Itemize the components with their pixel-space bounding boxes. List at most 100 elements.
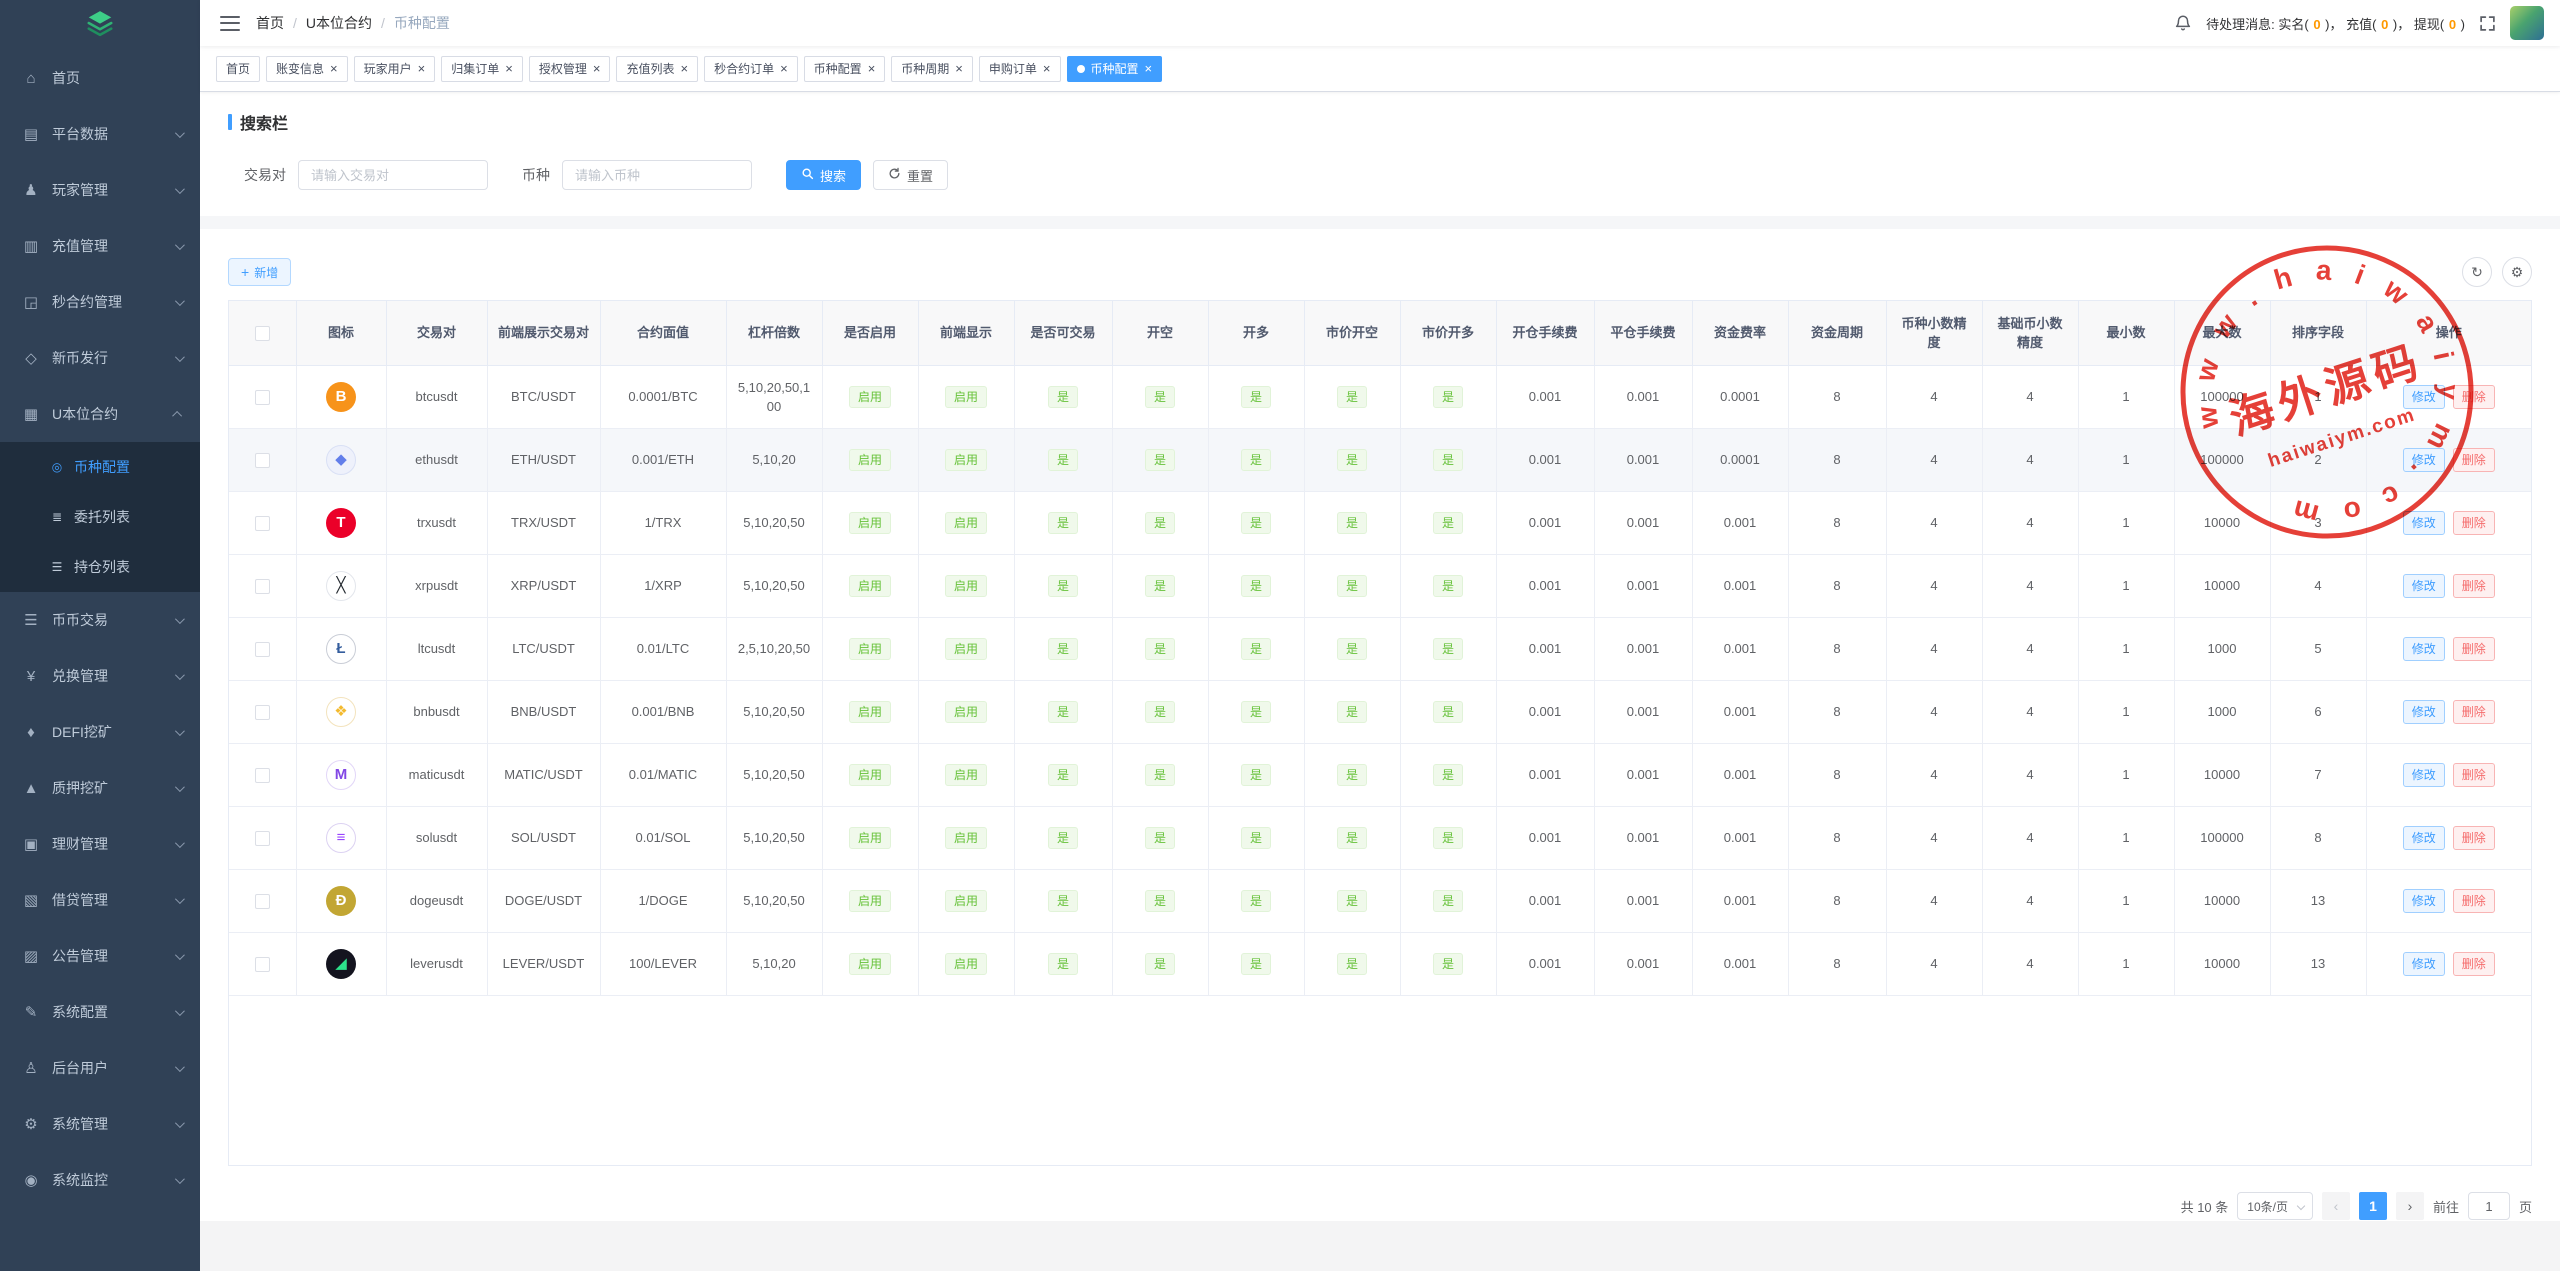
prev-page-button[interactable]: ‹ [2322, 1192, 2350, 1220]
delete-button[interactable]: 删除 [2453, 700, 2495, 724]
select-all-checkbox[interactable] [255, 326, 270, 341]
close-icon[interactable]: × [1145, 62, 1153, 75]
user-avatar[interactable] [2510, 6, 2544, 40]
column-settings-button[interactable]: ⚙ [2502, 257, 2532, 287]
tab-home[interactable]: 首页 [216, 56, 260, 82]
search-button[interactable]: 搜索 [786, 160, 861, 190]
sidebar-item-platform-data[interactable]: ▤平台数据 [0, 106, 200, 162]
breadcrumb-item[interactable]: 首页 [256, 13, 284, 33]
close-icon[interactable]: × [593, 62, 601, 75]
delete-button[interactable]: 删除 [2453, 511, 2495, 535]
close-icon[interactable]: × [680, 62, 688, 75]
row-checkbox[interactable] [255, 768, 270, 783]
sidebar-item-new-coin[interactable]: ◇新币发行 [0, 330, 200, 386]
message-stat-3[interactable]: 提现( 0 ) [2414, 17, 2465, 32]
delete-button[interactable]: 删除 [2453, 826, 2495, 850]
close-icon[interactable]: × [418, 62, 426, 75]
close-icon[interactable]: × [505, 62, 513, 75]
row-checkbox[interactable] [255, 390, 270, 405]
row-checkbox[interactable] [255, 516, 270, 531]
sidebar-item-notice-manage[interactable]: ▨公告管理 [0, 928, 200, 984]
tab-player-users[interactable]: 玩家用户× [354, 56, 436, 82]
sidebar-item-finance-manage[interactable]: ▣理财管理 [0, 816, 200, 872]
edit-button[interactable]: 修改 [2403, 637, 2445, 661]
edit-button[interactable]: 修改 [2403, 763, 2445, 787]
row-checkbox[interactable] [255, 894, 270, 909]
sidebar-item-system-manage[interactable]: ⚙系统管理 [0, 1096, 200, 1152]
app-logo[interactable] [0, 0, 200, 50]
close-icon[interactable]: × [330, 62, 338, 75]
sidebar-item-system-config[interactable]: ✎系统配置 [0, 984, 200, 1040]
fullscreen-icon[interactable] [2479, 15, 2496, 32]
sidebar-item-u-contract[interactable]: ▦U本位合约 [0, 386, 200, 442]
edit-button[interactable]: 修改 [2403, 511, 2445, 535]
next-page-button[interactable]: › [2396, 1192, 2424, 1220]
add-button[interactable]: + 新增 [228, 258, 291, 286]
pair-input[interactable] [298, 160, 488, 190]
tab-coin-config[interactable]: 币种配置× [804, 56, 886, 82]
sidebar-item-loan-manage[interactable]: ▧借贷管理 [0, 872, 200, 928]
sidebar-item-home[interactable]: ⌂首页 [0, 50, 200, 106]
sidebar-item-system-monitor[interactable]: ◉系统监控 [0, 1152, 200, 1208]
sidebar-subitem-order-list[interactable]: ≣委托列表 [0, 492, 200, 542]
delete-button[interactable]: 删除 [2453, 889, 2495, 913]
delete-button[interactable]: 删除 [2453, 637, 2495, 661]
page-1-button[interactable]: 1 [2359, 1192, 2387, 1220]
message-stat-2[interactable]: 充值( 0 )， [2346, 17, 2414, 32]
edit-button[interactable]: 修改 [2403, 826, 2445, 850]
table-row-trxusdt[interactable]: TtrxusdtTRX/USDT1/TRX5,10,20,50启用启用是是是是是… [229, 491, 2531, 554]
sidebar-subitem-position-list[interactable]: ☰持仓列表 [0, 542, 200, 592]
row-checkbox[interactable] [255, 453, 270, 468]
page-size-select[interactable]: 10条/页 [2237, 1192, 2313, 1220]
edit-button[interactable]: 修改 [2403, 385, 2445, 409]
delete-button[interactable]: 删除 [2453, 574, 2495, 598]
tab-coin-config-active[interactable]: 币种配置× [1067, 56, 1163, 82]
table-row-ltcusdt[interactable]: ŁltcusdtLTC/USDT0.01/LTC2,5,10,20,50启用启用… [229, 617, 2531, 680]
table-row-dogeusdt[interactable]: ÐdogeusdtDOGE/USDT1/DOGE5,10,20,50启用启用是是… [229, 869, 2531, 932]
edit-button[interactable]: 修改 [2403, 889, 2445, 913]
sidebar-item-admin-users[interactable]: ♙后台用户 [0, 1040, 200, 1096]
tab-collection-orders[interactable]: 归集订单× [441, 56, 523, 82]
table-row-leverusdt[interactable]: ◢leverusdtLEVER/USDT100/LEVER5,10,20启用启用… [229, 932, 2531, 995]
row-checkbox[interactable] [255, 579, 270, 594]
edit-button[interactable]: 修改 [2403, 574, 2445, 598]
notification-bell-icon[interactable] [2174, 14, 2192, 32]
tab-recharge-list[interactable]: 充值列表× [616, 56, 698, 82]
table-row-bnbusdt[interactable]: ❖bnbusdtBNB/USDT0.001/BNB5,10,20,50启用启用是… [229, 680, 2531, 743]
edit-button[interactable]: 修改 [2403, 448, 2445, 472]
message-stat-1[interactable]: 实名( 0 )， [2278, 17, 2346, 32]
tab-seconds-orders[interactable]: 秒合约订单× [704, 56, 798, 82]
tab-subscribe-orders[interactable]: 申购订单× [979, 56, 1061, 82]
sidebar-item-seconds-contract[interactable]: ◲秒合约管理 [0, 274, 200, 330]
sidebar-item-defi-mining[interactable]: ♦DEFI挖矿 [0, 704, 200, 760]
close-icon[interactable]: × [1043, 62, 1051, 75]
coin-input[interactable] [562, 160, 752, 190]
delete-button[interactable]: 删除 [2453, 952, 2495, 976]
sidebar-item-coin-trade[interactable]: ☰币币交易 [0, 592, 200, 648]
table-row-btcusdt[interactable]: BbtcusdtBTC/USDT0.0001/BTC5,10,20,50,100… [229, 365, 2531, 428]
delete-button[interactable]: 删除 [2453, 448, 2495, 472]
sidebar-item-player-manage[interactable]: ♟玩家管理 [0, 162, 200, 218]
row-checkbox[interactable] [255, 831, 270, 846]
table-row-xrpusdt[interactable]: ╳xrpusdtXRP/USDT1/XRP5,10,20,50启用启用是是是是是… [229, 554, 2531, 617]
reset-button[interactable]: 重置 [873, 160, 948, 190]
close-icon[interactable]: × [955, 62, 963, 75]
table-row-maticusdt[interactable]: MmaticusdtMATIC/USDT0.01/MATIC5,10,20,50… [229, 743, 2531, 806]
refresh-button[interactable]: ↻ [2462, 257, 2492, 287]
tab-account-change[interactable]: 账变信息× [266, 56, 348, 82]
tab-coin-cycle[interactable]: 币种周期× [891, 56, 973, 82]
table-row-ethusdt[interactable]: ◆ethusdtETH/USDT0.001/ETH5,10,20启用启用是是是是… [229, 428, 2531, 491]
row-checkbox[interactable] [255, 642, 270, 657]
edit-button[interactable]: 修改 [2403, 700, 2445, 724]
tab-auth-manage[interactable]: 授权管理× [529, 56, 611, 82]
row-checkbox[interactable] [255, 957, 270, 972]
close-icon[interactable]: × [868, 62, 876, 75]
sidebar-item-recharge-manage[interactable]: ▥充值管理 [0, 218, 200, 274]
sidebar-item-exchange-manage[interactable]: ¥兑换管理 [0, 648, 200, 704]
delete-button[interactable]: 删除 [2453, 385, 2495, 409]
sidebar-item-pledge-mining[interactable]: ▲质押挖矿 [0, 760, 200, 816]
table-row-solusdt[interactable]: ≡solusdtSOL/USDT0.01/SOL5,10,20,50启用启用是是… [229, 806, 2531, 869]
sidebar-subitem-coin-config[interactable]: ◎币种配置 [0, 442, 200, 492]
row-checkbox[interactable] [255, 705, 270, 720]
goto-page-input[interactable] [2468, 1192, 2510, 1220]
